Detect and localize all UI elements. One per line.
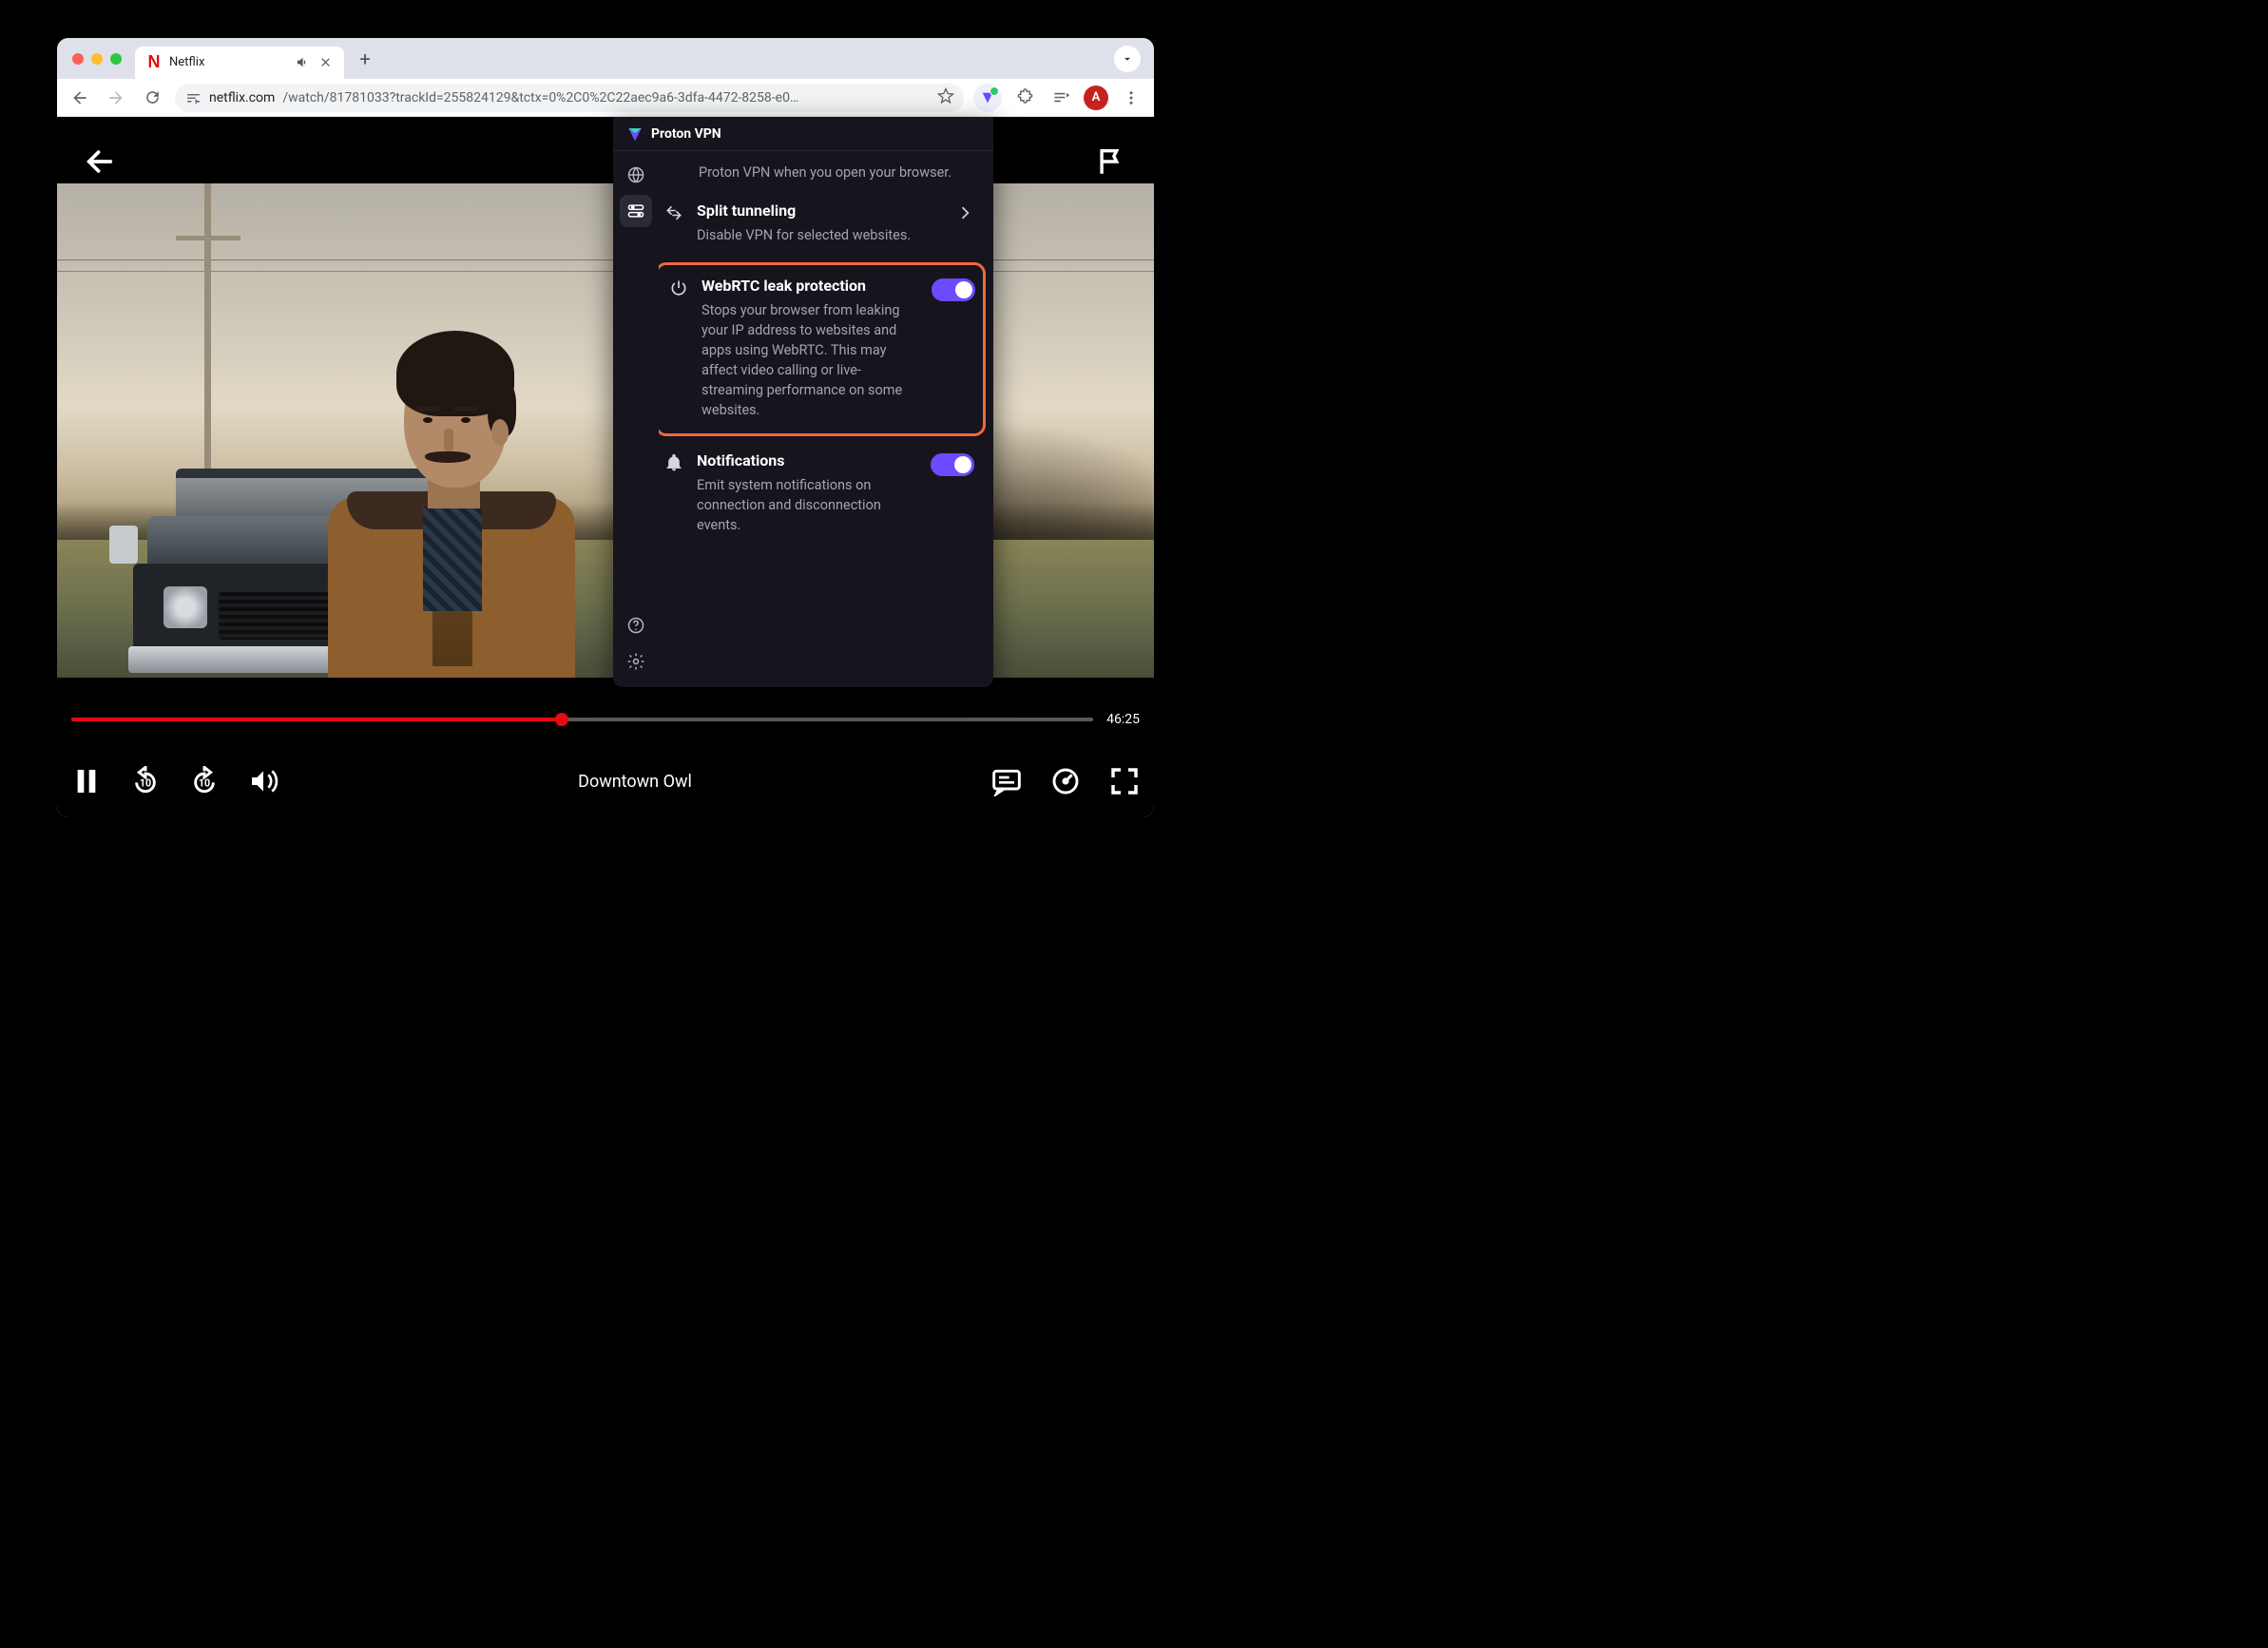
- url-bar[interactable]: netflix.com/watch/81781033?trackId=25582…: [175, 84, 964, 112]
- ext-gear-button[interactable]: [620, 645, 652, 678]
- tab-title: Netflix: [169, 55, 287, 69]
- nav-reload-button[interactable]: [139, 85, 165, 111]
- power-icon: [665, 277, 692, 297]
- progress-thumb[interactable]: [555, 713, 568, 726]
- setting-title: Split tunneling: [697, 201, 919, 220]
- time-remaining: 46:25: [1106, 712, 1140, 727]
- playback-speed-button[interactable]: [1050, 766, 1081, 796]
- player-flag-button[interactable]: [1095, 145, 1127, 182]
- player-back-button[interactable]: [84, 145, 116, 182]
- netflix-favicon-icon: N: [146, 55, 162, 70]
- subtitles-button[interactable]: [991, 766, 1022, 796]
- ext-sidebar: [613, 151, 659, 687]
- tab-netflix[interactable]: N Netflix: [135, 47, 344, 79]
- setting-title: Notifications: [697, 451, 919, 469]
- protonvpn-extension-button[interactable]: [973, 84, 1002, 112]
- tab-strip: N Netflix +: [57, 38, 1154, 79]
- url-domain: netflix.com: [209, 90, 275, 105]
- window-controls: [67, 53, 127, 65]
- nav-back-button[interactable]: [67, 85, 93, 111]
- video-title: Downtown Owl: [279, 772, 991, 792]
- protonvpn-popup: Proton VPN: [613, 117, 993, 687]
- site-settings-icon[interactable]: [184, 89, 202, 106]
- minimize-window-button[interactable]: [91, 53, 103, 65]
- svg-text:10: 10: [199, 776, 210, 789]
- browser-menu-button[interactable]: [1118, 85, 1144, 111]
- svg-text:10: 10: [140, 776, 151, 789]
- nav-forward-button[interactable]: [103, 85, 129, 111]
- setting-title: WebRTC leak protection: [702, 277, 920, 295]
- chevron-right-icon: [955, 203, 974, 226]
- tab-audio-icon[interactable]: [295, 55, 310, 70]
- close-window-button[interactable]: [72, 53, 84, 65]
- split-icon: [661, 201, 687, 222]
- setting-desc: Disable VPN for selected websites.: [697, 225, 919, 245]
- bookmark-star-icon[interactable]: [937, 87, 954, 108]
- forward-10-button[interactable]: 10: [189, 766, 220, 796]
- setting-desc: Emit system notifications on connection …: [697, 475, 919, 535]
- ext-help-button[interactable]: [620, 609, 652, 642]
- netflix-player: 46:25 10 10 Downtown Owl: [57, 117, 1154, 817]
- toggle-on[interactable]: [931, 453, 974, 476]
- protonvpn-logo-icon: [626, 125, 644, 143]
- browser-window: N Netflix + netflix.co: [57, 38, 1154, 817]
- setting-notifications: Notifications Emit system notifications o…: [661, 440, 980, 548]
- setting-autoconnect-desc-tail: Proton VPN when you open your browser.: [661, 157, 980, 190]
- progress-bar[interactable]: [71, 718, 1093, 721]
- setting-split_tunneling[interactable]: Split tunneling Disable VPN for selected …: [661, 190, 980, 259]
- url-path: /watch/81781033?trackId=255824129&tctx=0…: [282, 90, 930, 105]
- progress-row: 46:25: [71, 712, 1140, 727]
- media-control-icon[interactable]: [1048, 85, 1074, 111]
- profile-avatar[interactable]: A: [1084, 86, 1108, 110]
- volume-button[interactable]: [248, 766, 279, 796]
- tab-close-button[interactable]: [317, 55, 333, 70]
- pause-button[interactable]: [71, 766, 102, 796]
- ext-header: Proton VPN: [613, 117, 993, 151]
- new-tab-button[interactable]: +: [352, 46, 378, 72]
- maximize-window-button[interactable]: [110, 53, 122, 65]
- toggle-on[interactable]: [932, 278, 975, 301]
- setting-webrtc: WebRTC leak protection Stops your browser…: [659, 262, 986, 436]
- bell-icon: [661, 451, 687, 472]
- toolbar: netflix.com/watch/81781033?trackId=25582…: [57, 79, 1154, 117]
- ext-tab-globe[interactable]: [620, 159, 652, 191]
- extensions-puzzle-icon[interactable]: [1011, 85, 1038, 111]
- ext-content: Proton VPN when you open your browser. S…: [659, 151, 993, 687]
- ext-tab-settings[interactable]: [620, 195, 652, 227]
- fullscreen-button[interactable]: [1109, 766, 1140, 796]
- control-row: 10 10 Downtown Owl: [71, 766, 1140, 796]
- tabs-dropdown-button[interactable]: [1114, 46, 1141, 72]
- setting-desc: Stops your browser from leaking your IP …: [702, 300, 920, 420]
- ext-title: Proton VPN: [651, 126, 721, 142]
- rewind-10-button[interactable]: 10: [130, 766, 161, 796]
- progress-fill: [71, 718, 562, 721]
